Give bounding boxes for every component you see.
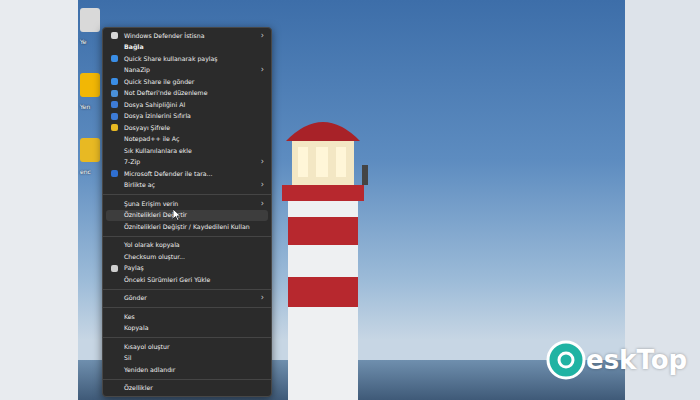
menu-item[interactable]: Şuna Erişim verin › [106,198,268,210]
screenshot: Ye Yen enc Windows Defender İstisna › Ba… [0,0,700,400]
menu-item-icon [110,101,118,109]
menu-item[interactable]: NanaZip › [106,65,268,77]
menu-item-icon [110,170,118,178]
menu-item[interactable]: 7-Zip › [106,157,268,169]
menu-item-icon [110,112,118,120]
file-icon [80,138,100,162]
submenu-arrow: › [261,200,264,208]
menu-item[interactable]: Notepad++ ile Aç [106,134,268,146]
page-margin [625,0,700,400]
menu-item-icon [110,124,118,132]
menu-item[interactable]: Bağla [106,42,268,54]
menu-item[interactable]: Kısayol oluştur [106,341,268,353]
menu-item[interactable]: Öznitelikleri Değiştir / Kaydedileni Kul… [106,221,268,233]
menu-item-icon [110,78,118,86]
desktop-icon[interactable]: Ye [80,8,100,45]
menu-item-icon [110,66,118,74]
menu-item[interactable]: Öznitelikleri Değiştir [106,210,268,222]
submenu-arrow: › [261,294,264,302]
submenu-arrow: › [261,32,264,40]
menu-item-icon [110,343,118,351]
file-icon [80,8,100,32]
desktop-icon-label: enc [80,168,91,175]
menu-item[interactable]: Yol olarak kopyala [106,240,268,252]
menu-item-icon [110,158,118,166]
desktop-icon[interactable]: enc [80,138,100,175]
menu-item-icon [110,43,118,51]
menu-item-icon [110,354,118,362]
menu-item-icon [110,264,118,272]
menu-item-icon [110,200,118,208]
menu-item[interactable]: Gönder › [106,293,268,305]
menu-item[interactable]: Not Defteri'nde düzenleme [106,88,268,100]
menu-item[interactable]: Kes [106,311,268,323]
menu-item[interactable]: Sık Kullanılanlara ekle [106,145,268,157]
menu-item-icon [110,211,118,219]
menu-item[interactable]: Önceki Sürümleri Geri Yükle [106,274,268,286]
desktop-icon[interactable]: Yen [80,73,100,110]
menu-item[interactable]: Dosya Sahipliğini Al [106,99,268,111]
menu-item-icon [110,241,118,249]
menu-separator [103,236,271,237]
file-icon [80,73,100,97]
menu-item[interactable]: Microsoft Defender ile tara... [106,168,268,180]
menu-item[interactable]: Özellikler [106,383,268,395]
menu-separator [103,337,271,338]
menu-item[interactable]: Kopyala [106,323,268,335]
menu-item[interactable]: Checksum oluştur... [106,251,268,263]
menu-item[interactable]: Paylaş [106,263,268,275]
menu-item-icon [110,147,118,155]
menu-item-icon [110,276,118,284]
menu-item-icon [110,294,118,302]
pointer-icon [173,209,181,221]
menu-item[interactable]: Yeniden adlandır [106,364,268,376]
context-menu: Windows Defender İstisna › Bağla Quick S… [102,27,272,397]
submenu-arrow: › [261,66,264,74]
desktop-icon-label: Ye [80,38,87,45]
menu-item-icon [110,366,118,374]
menu-separator [103,289,271,290]
menu-item[interactable]: Dosyayı Şifrele [106,122,268,134]
menu-item-icon [110,89,118,97]
menu-item[interactable]: Birlikte aç › [106,180,268,192]
logo-icon [546,340,586,380]
menu-item-icon [110,223,118,231]
menu-item-icon [110,253,118,261]
page-margin [0,0,78,400]
menu-item-icon [110,313,118,321]
menu-item-icon [110,324,118,332]
menu-item[interactable]: Windows Defender İstisna › [106,30,268,42]
submenu-arrow: › [261,158,264,166]
desktop-icon-label: Yen [80,103,90,110]
menu-item-icon [110,55,118,63]
lighthouse-icon [278,105,368,400]
menu-separator [103,379,271,380]
menu-item[interactable]: Sil [106,353,268,365]
submenu-arrow: › [261,181,264,189]
menu-item[interactable]: Quick Share kullanarak paylaş [106,53,268,65]
desktop-icons: Ye Yen enc [80,8,100,175]
menu-item-icon [110,135,118,143]
menu-item-icon [110,181,118,189]
menu-item[interactable]: Dosya İzinlerini Sıfırla [106,111,268,123]
menu-separator [103,194,271,195]
menu-item[interactable]: Quick Share ile gönder [106,76,268,88]
menu-item-icon [110,32,118,40]
menu-separator [103,307,271,308]
watermark: eskTop [546,340,687,380]
menu-item-icon [110,384,118,392]
